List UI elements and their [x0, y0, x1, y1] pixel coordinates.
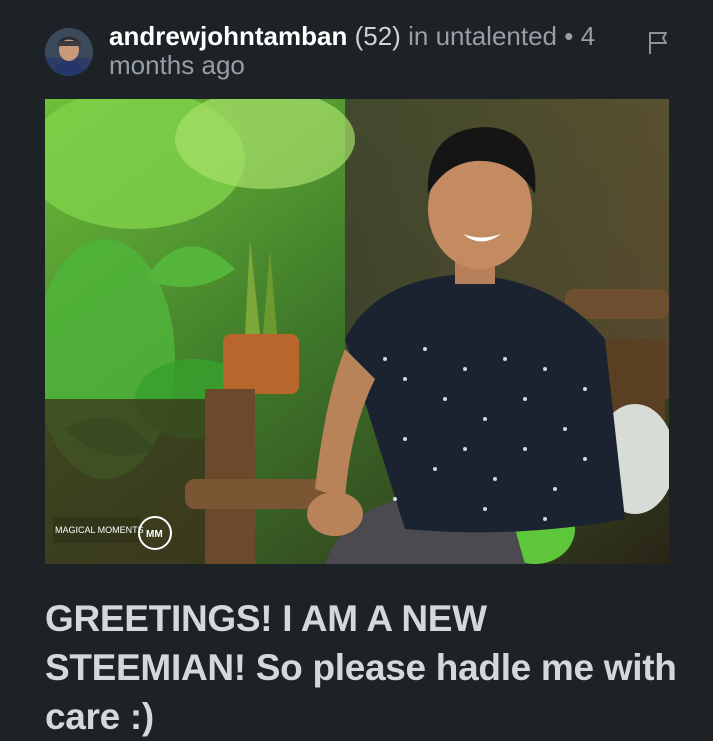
post-header: andrewjohntamban (52) in untalented • 4 …: [45, 22, 685, 82]
in-label: in: [408, 21, 429, 51]
community-link[interactable]: untalented: [436, 21, 557, 51]
flag-icon[interactable]: [646, 28, 670, 56]
post-image[interactable]: MAGICAL MOMENTS MM: [45, 99, 669, 564]
author-link[interactable]: andrewjohntamban: [109, 21, 347, 51]
separator-dot: •: [564, 21, 574, 51]
photo-watermark: MAGICAL MOMENTS: [55, 525, 144, 535]
reputation-badge: (52): [354, 21, 401, 51]
svg-text:MM: MM: [146, 529, 163, 540]
post-title[interactable]: GREETINGS! I AM A NEW STEEMIAN! So pleas…: [45, 594, 685, 741]
post-meta: andrewjohntamban (52) in untalented • 4 …: [109, 22, 614, 80]
avatar[interactable]: [45, 28, 93, 76]
